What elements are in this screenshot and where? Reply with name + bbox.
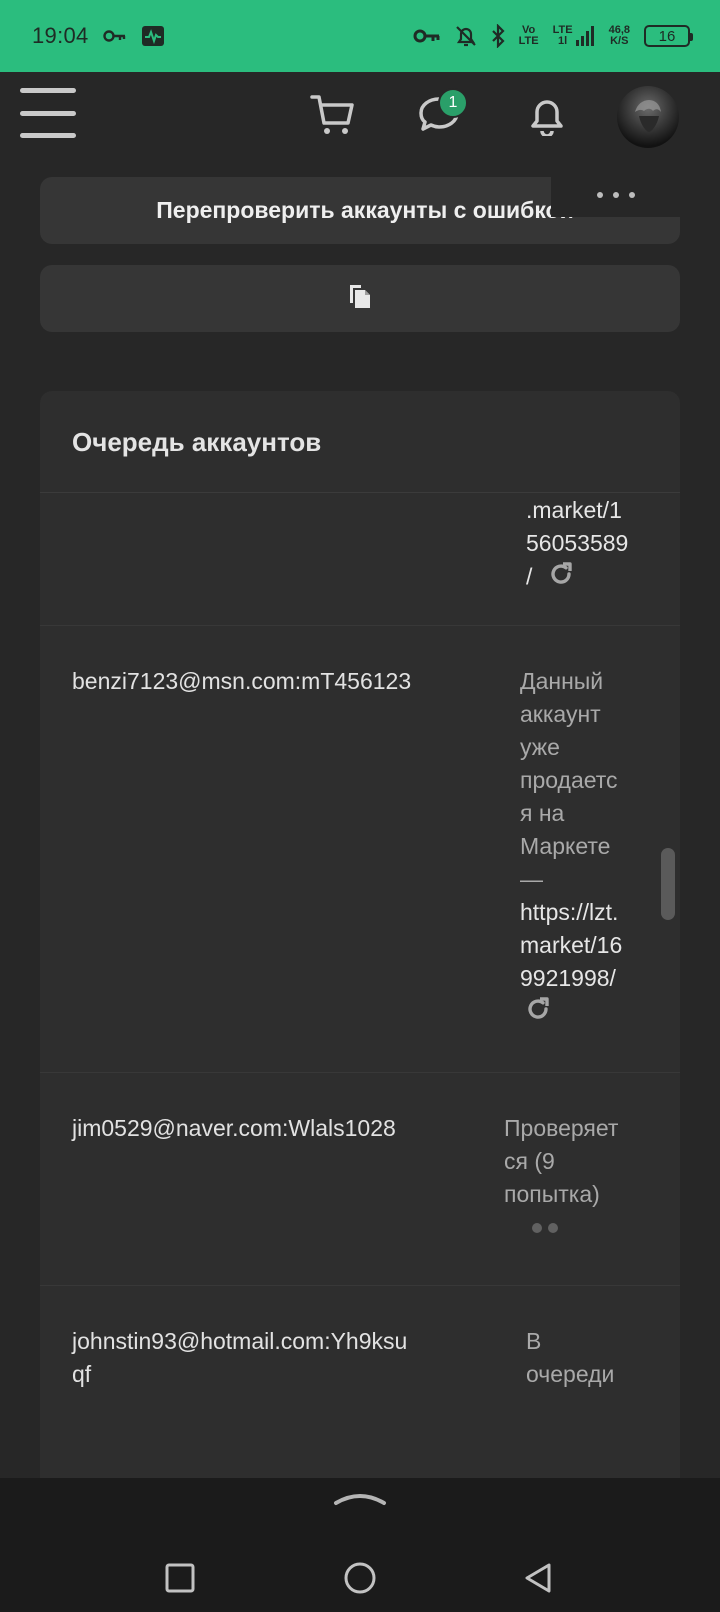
network-speed: 46,8 K/S [608,24,630,47]
system-nav-bar [0,1478,720,1612]
key-icon [102,29,127,43]
status-line: продаетс [520,767,618,793]
loading-dots [551,173,680,217]
menu-icon[interactable] [20,88,76,138]
copy-button[interactable] [40,265,680,332]
status-link-line[interactable]: 9921998/ [520,962,622,995]
chat-unread-badge: 1 [438,88,468,118]
copy-icon [347,282,373,315]
vpn-key-icon [413,28,441,44]
status-bar: 19:04 Vo LTE LTE 1l 46,8 K/S 16 [0,0,720,72]
account-credentials: benzi7123@msn.com:mT456123 [72,668,412,694]
status-line: Маркете [520,833,611,859]
recheck-errors-label: Перепроверить аккаунты с ошибкой [156,197,574,223]
reload-icon[interactable] [524,995,552,1032]
queue-row: jim0529@naver.com:Wlals1028 Проверяет ся… [40,1074,680,1286]
status-time: 19:04 [32,23,89,48]
status-line: попытка) [504,1181,600,1207]
chevron-up-icon[interactable] [332,1488,388,1513]
notifications-off-icon [455,24,477,48]
bell-icon[interactable] [520,88,574,142]
bluetooth-icon [491,24,505,48]
status-line: Данный [520,668,604,694]
queue-row: .market/1 56053589 / [40,494,680,626]
account-line: johnstin93@hotmail.com:Yh9ksu [72,1328,408,1354]
checking-spinner [532,1223,558,1233]
row-status: .market/1 56053589 / [526,494,628,597]
status-link-line[interactable]: 56053589 [526,527,628,560]
reload-icon[interactable] [547,560,575,597]
status-line: ся (9 [504,1148,555,1174]
app-header: 1 [0,72,720,172]
account-credentials: jim0529@naver.com:Wlals1028 [72,1115,396,1141]
account-credentials: johnstin93@hotmail.com:Yh9ksu qf [72,1325,407,1391]
row-status: Проверяет ся (9 попытка) [504,1112,618,1211]
status-link-line[interactable]: / [526,564,532,590]
status-line: аккаунт [520,701,601,727]
status-line: уже [520,734,560,760]
back-icon[interactable] [518,1558,558,1598]
account-line: qf [72,1361,92,1387]
scrollbar-thumb[interactable] [661,848,675,920]
volte-indicator: Vo LTE [518,24,539,47]
activity-monitor-icon [141,25,165,47]
queue-row: benzi7123@msn.com:mT456123 Данный аккаун… [40,627,680,1073]
cart-icon[interactable] [306,88,360,142]
status-line: — [520,866,543,892]
row-status: В очереди [526,1325,614,1391]
status-line: В [526,1328,542,1354]
queue-header: Очередь аккаунтов [40,391,680,493]
queue-title: Очередь аккаунтов [72,427,322,457]
status-link-line[interactable]: .market/1 [526,494,628,527]
battery-indicator: 16 [644,25,693,47]
status-link-line[interactable]: market/16 [520,929,622,962]
home-icon[interactable] [340,1558,380,1598]
status-link-line[interactable]: https://lzt. [520,896,622,929]
status-line: я на [520,800,565,826]
status-line: Проверяет [504,1115,619,1141]
avatar[interactable] [617,86,679,148]
accounts-queue-card: Очередь аккаунтов .market/1 56053589 / b… [40,391,680,1612]
signal-lte-icon: LTE 1l [553,25,595,47]
row-status: Данный аккаунт уже продаетс я на Маркете… [520,665,622,1032]
status-line: очереди [526,1361,615,1387]
recent-apps-icon[interactable] [160,1558,200,1598]
queue-row: johnstin93@hotmail.com:Yh9ksu qf В очере… [40,1287,680,1487]
